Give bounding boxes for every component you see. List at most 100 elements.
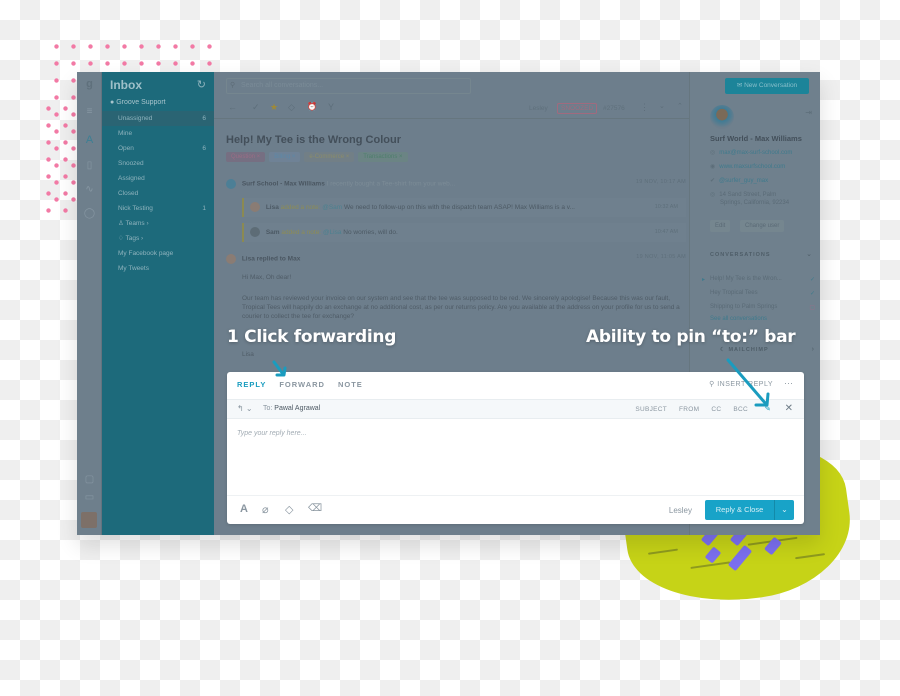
arrow-pin-icon [726, 358, 770, 407]
menu-icon[interactable]: ≡ [77, 106, 102, 117]
message-time: 19 NOV, 10:17 AM [635, 179, 686, 185]
conversations-header[interactable]: CONVERSATIONS [710, 252, 771, 258]
customer-address: ◎ 14 Sand Street, Palm Springs, California… [710, 191, 789, 207]
see-all-conversations-link[interactable]: See all conversations [710, 316, 767, 322]
folder-item-unassigned[interactable]: Unassigned 6 [102, 111, 214, 126]
folder-count: 6 [202, 145, 206, 152]
more-options-icon[interactable]: ··· [784, 378, 793, 388]
tag-icon[interactable]: ◇ [288, 102, 295, 113]
folder-item-open[interactable]: Open 6 [102, 141, 214, 156]
note-mention[interactable]: @Sam [322, 204, 342, 211]
tag-ecommerce[interactable]: e-Commerce × [304, 152, 355, 162]
note-author: Lisa [265, 204, 279, 211]
tab-reply[interactable]: REPLY [237, 380, 266, 389]
folder-item-tags[interactable]: ♢ Tags › [102, 231, 214, 246]
tag-question[interactable]: Question × [226, 152, 266, 162]
cc-toggle[interactable]: CC [711, 406, 721, 413]
note-text: No worries, will do. [343, 229, 398, 236]
customer-email[interactable]: ◎ max@max-surf-school.com [710, 149, 792, 156]
folder-label: ♢ Tags › [118, 235, 144, 242]
customer-twitter[interactable]: ✔ @surfer_guy_max [710, 177, 768, 184]
folder-item-nick-testing[interactable]: Nick Testing 1 [102, 201, 214, 216]
callout-forwarding: 1 Click forwarding [227, 327, 397, 347]
note-action: added a note: [280, 204, 321, 211]
email-value: max@max-surf-school.com [719, 150, 793, 156]
folder-item-mine[interactable]: Mine [102, 126, 214, 141]
chevron-right-icon[interactable]: › [812, 346, 814, 353]
attachment-icon[interactable]: ⌀ [262, 503, 269, 516]
tab-note[interactable]: NOTE [338, 380, 363, 389]
folder-item-assigned[interactable]: Assigned [102, 171, 214, 186]
conversation-list-item[interactable]: Hey Tropical Tees ✓ [710, 290, 815, 297]
mailbox-group[interactable]: ● Groove Support [110, 99, 166, 106]
reply-and-close-button[interactable]: Reply & Close ⌄ [705, 500, 794, 520]
next-conversation-button[interactable]: ⌄ [659, 102, 665, 110]
address-line-2: Springs, California, 92234 [720, 200, 790, 206]
more-menu-icon[interactable]: ⋮ [640, 102, 649, 113]
exit-icon[interactable]: ⇥ [805, 108, 812, 117]
folder-item-facebook[interactable]: My Facebook page [102, 246, 214, 261]
refresh-icon[interactable]: ↻ [197, 78, 206, 91]
knowledge-base-icon[interactable]: ▯ [77, 160, 102, 171]
folder-label: ♙ Teams › [118, 220, 149, 227]
from-toggle[interactable]: FROM [679, 406, 699, 413]
tag-icon[interactable]: ◇ [285, 503, 293, 516]
customer-website[interactable]: ◉ www.maxsurfschool.com [710, 163, 785, 170]
inbox-title: Inbox [110, 78, 142, 92]
edit-button[interactable]: Edit [710, 220, 731, 232]
chat-icon[interactable]: ◯ [77, 208, 102, 219]
ticket-number: #27576 [603, 105, 625, 112]
note-item[interactable]: Lisa added a note: @Sam We need to follo… [242, 198, 686, 217]
customer-name: Surf World - Max Williams [710, 134, 802, 143]
close-icon[interactable]: ✕ [785, 403, 793, 414]
activity-icon[interactable]: ∿ [77, 184, 102, 195]
conversation-list-item[interactable]: Shipping to Palm Springs ▢ [710, 304, 815, 311]
arrow-forwarding-icon [272, 360, 287, 377]
folder-label: Nick Testing [118, 205, 153, 212]
folder-item-snoozed[interactable]: Snoozed [102, 156, 214, 171]
merge-icon[interactable]: Y [328, 102, 334, 112]
subject-toggle[interactable]: SUBJECT [635, 406, 667, 413]
reply-editor[interactable]: Type your reply here... [237, 430, 307, 437]
message-author: Surf School - Max Williams [241, 180, 325, 188]
agent-name[interactable]: Lesley [669, 506, 692, 515]
message-body: Our team has reviewed your invoice on ou… [242, 295, 680, 320]
groove-logo-icon[interactable]: ɡ [77, 78, 102, 90]
reply-type-dropdown[interactable]: ↰ ⌄ [237, 404, 253, 413]
message-collapsed[interactable]: Surf School - Max Williams I recently bo… [226, 179, 686, 189]
settings-icon[interactable]: ▢ [77, 474, 102, 485]
chevron-down-icon[interactable]: ⌄ [806, 250, 812, 258]
status-icon: ✓ [809, 277, 815, 283]
user-avatar[interactable] [81, 512, 97, 528]
previous-conversation-button[interactable]: ⌃ [677, 102, 683, 110]
snooze-icon[interactable]: ⏰ [307, 102, 317, 111]
tag-billing[interactable]: Billing × [269, 152, 301, 162]
message-reply-header[interactable]: Lisa replied to Max 19 NOV, 11:05 AM [226, 254, 686, 264]
inbox-icon[interactable]: Α [77, 134, 102, 146]
new-conversation-button[interactable]: ✉ New Conversation [725, 78, 809, 94]
star-icon[interactable]: ★ [270, 102, 278, 113]
billing-icon[interactable]: ▭ [77, 492, 102, 503]
folder-list: Unassigned 6 Mine Open 6 Snoozed Assigned … [102, 111, 214, 276]
change-user-button[interactable]: Change user [740, 220, 785, 232]
note-item[interactable]: Sam added a note: @Lisa No worries, will… [242, 223, 686, 242]
tag-transactions[interactable]: Transactions × [358, 152, 408, 162]
search-input[interactable]: ⚲ Search all conversations... [226, 78, 471, 94]
conversation-title: Shipping to Palm Springs [710, 304, 778, 310]
format-text-icon[interactable]: A [240, 503, 248, 515]
assignee-label[interactable]: Lesley [529, 105, 548, 112]
note-mention[interactable]: @Lisa [323, 229, 342, 236]
folder-item-teams[interactable]: ♙ Teams › [102, 216, 214, 231]
close-conversation-button[interactable]: ✓ [252, 102, 260, 113]
folder-item-closed[interactable]: Closed [102, 186, 214, 201]
note-time: 10:47 AM [654, 229, 678, 235]
reply-and-close-label[interactable]: Reply & Close [705, 500, 775, 520]
back-button[interactable]: ← [228, 102, 237, 112]
conversation-list-item[interactable]: ▸ Help! My Tee is the Wron... ✓ [702, 276, 815, 283]
trash-icon[interactable]: ⌫ [308, 503, 322, 514]
to-field[interactable]: To: Pawal Agrawal [263, 405, 320, 412]
location-icon: ◎ [710, 192, 716, 198]
chevron-down-icon[interactable]: ⌄ [775, 500, 794, 520]
folder-item-tweets[interactable]: My Tweets [102, 261, 214, 276]
mailchimp-integration[interactable]: ☾ MAILCHIMP [720, 347, 769, 353]
